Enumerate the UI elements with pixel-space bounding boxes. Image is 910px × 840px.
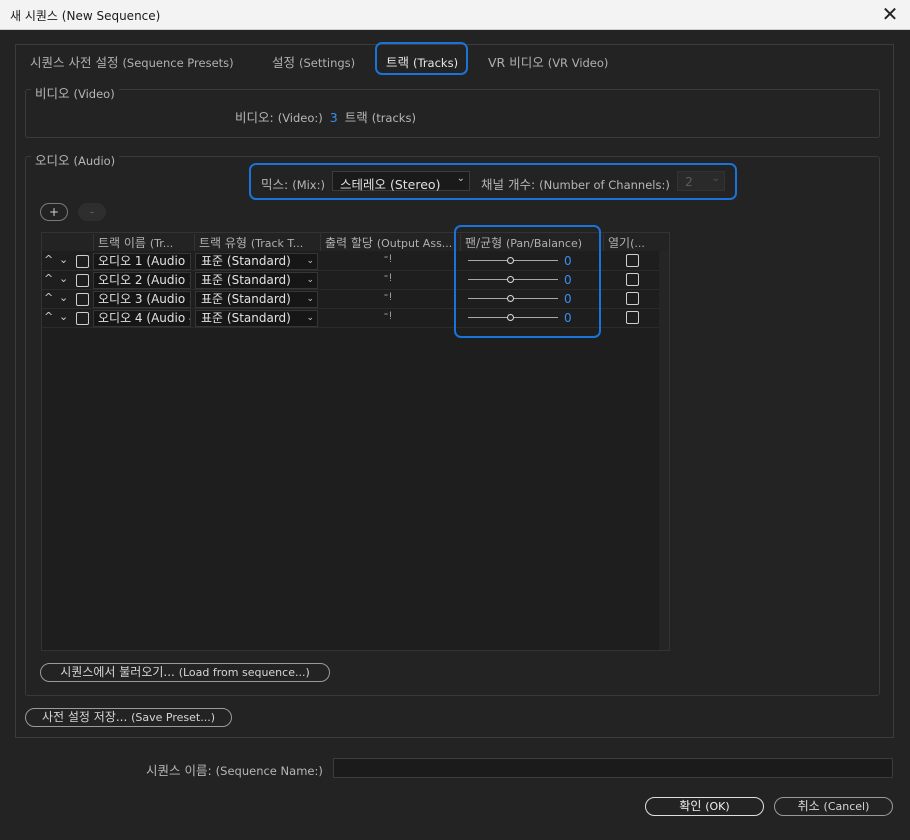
channels-select: 2 ⌄ [677,171,725,191]
track-type-select[interactable]: 표준 (Standard) ⌄ [195,291,318,308]
mix-label: 믹스: (Mix:) [261,177,325,192]
move-down-icon[interactable]: ⌄ [59,272,68,285]
table-header: 트랙 이름 (Tr... 트랙 유형 (Track T... 출력 할당 (Ou… [42,233,669,251]
title-bar: 새 시퀀스 (New Sequence) ✕ [0,0,910,30]
video-track-count[interactable]: 3 [330,110,338,125]
chevron-down-icon: ⌄ [711,173,720,184]
move-up-icon[interactable]: ^ [44,272,53,285]
save-preset-button[interactable]: 사전 설정 저장... (Save Preset...) [25,708,232,727]
track-name-field[interactable]: 오디오 1 (Audio 1) [93,253,191,270]
column-track-type[interactable]: 트랙 유형 (Track T... [194,234,320,251]
channels-label: 채널 개수: (Number of Channels:) [481,177,670,192]
move-down-icon[interactable]: ⌄ [59,310,68,323]
pan-value[interactable]: 0 [564,273,572,287]
open-checkbox[interactable] [626,311,639,324]
video-group [25,89,880,138]
move-down-icon[interactable]: ⌄ [59,291,68,304]
table-row: ^ ⌄ 오디오 3 (Audio 3) 표준 (Standard) ⌄ ⁼ⵑ 0 [42,290,659,309]
pan-slider[interactable] [468,309,558,327]
pan-value[interactable]: 0 [564,292,572,306]
table-scrollbar[interactable] [659,251,669,650]
chevron-down-icon: ⌄ [456,173,465,184]
output-routing-icon[interactable]: ⁼ⵑ [383,292,392,303]
chevron-down-icon: ⌄ [306,294,314,304]
move-up-icon[interactable]: ^ [44,310,53,323]
tab-settings[interactable]: 설정 (Settings) [272,52,355,71]
tab-vr-video[interactable]: VR 비디오 (VR Video) [488,52,608,71]
move-down-icon[interactable]: ⌄ [59,253,68,266]
sequence-name-input[interactable] [333,758,893,778]
open-checkbox[interactable] [626,273,639,286]
column-pan-balance[interactable]: 팬/균형 (Pan/Balance) [460,234,603,251]
ok-button[interactable]: 확인 (OK) [645,797,764,816]
track-name-field[interactable]: 오디오 4 (Audio 4) [93,310,191,327]
pan-slider[interactable] [468,252,558,270]
track-name-field[interactable]: 오디오 2 (Audio 2) [93,272,191,289]
track-select-checkbox[interactable] [76,293,89,306]
output-routing-icon[interactable]: ⁼ⵑ [383,273,392,284]
video-group-label: 비디오 (Video) [31,83,119,102]
open-checkbox[interactable] [626,292,639,305]
track-type-select[interactable]: 표준 (Standard) ⌄ [195,272,318,289]
track-name-field[interactable]: 오디오 3 (Audio 3) [93,291,191,308]
slider-knob[interactable] [507,314,514,321]
column-output-assignment[interactable]: 출력 할당 (Output Ass... [320,234,460,251]
remove-track-button: - [78,203,106,221]
cancel-button[interactable]: 취소 (Cancel) [774,797,893,816]
table-row: ^ ⌄ 오디오 4 (Audio 4) 표준 (Standard) ⌄ ⁼ⵑ 0 [42,309,659,328]
pan-slider[interactable] [468,290,558,308]
open-checkbox[interactable] [626,254,639,267]
track-type-select[interactable]: 표준 (Standard) ⌄ [195,310,318,327]
output-routing-icon[interactable]: ⁼ⵑ [383,311,392,322]
sequence-name-label: 시퀀스 이름: (Sequence Name:) [146,763,323,778]
track-select-checkbox[interactable] [76,255,89,268]
chevron-down-icon: ⌄ [306,256,314,266]
pan-value[interactable]: 0 [564,254,572,268]
output-routing-icon[interactable]: ⁼ⵑ [383,254,392,265]
slider-knob[interactable] [507,276,514,283]
tab-tracks[interactable]: 트랙 (Tracks) [386,52,459,75]
pan-slider[interactable] [468,271,558,289]
move-up-icon[interactable]: ^ [44,291,53,304]
chevron-down-icon: ⌄ [306,275,314,285]
track-select-checkbox[interactable] [76,312,89,325]
track-select-checkbox[interactable] [76,274,89,287]
audio-group-label: 오디오 (Audio) [31,150,120,169]
column-track-name[interactable]: 트랙 이름 (Tr... [93,234,194,251]
table-row: ^ ⌄ 오디오 1 (Audio 1) 표준 (Standard) ⌄ ⁼ⵑ 0 [42,252,659,271]
add-track-button[interactable]: + [40,203,68,221]
window-title: 새 시퀀스 (New Sequence) [10,9,161,23]
pan-value[interactable]: 0 [564,311,572,325]
tab-sequence-presets[interactable]: 시퀀스 사전 설정 (Sequence Presets) [30,52,234,71]
chevron-down-icon: ⌄ [306,313,314,323]
close-icon[interactable]: ✕ [878,2,902,26]
slider-knob[interactable] [507,295,514,302]
audio-track-table: 트랙 이름 (Tr... 트랙 유형 (Track T... 출력 할당 (Ou… [41,232,670,651]
mix-select[interactable]: 스테레오 (Stereo) ⌄ [332,171,470,192]
slider-knob[interactable] [507,257,514,264]
move-up-icon[interactable]: ^ [44,253,53,266]
video-tracks-setting: 비디오: (Video:) 3 트랙 (tracks) [235,110,416,125]
track-type-select[interactable]: 표준 (Standard) ⌄ [195,253,318,270]
active-tab-underline [386,73,459,75]
column-open[interactable]: 열기(... [603,234,659,251]
table-row: ^ ⌄ 오디오 2 (Audio 2) 표준 (Standard) ⌄ ⁼ⵑ 0 [42,271,659,290]
load-from-sequence-button[interactable]: 시퀀스에서 불러오기... (Load from sequence...) [40,663,330,682]
